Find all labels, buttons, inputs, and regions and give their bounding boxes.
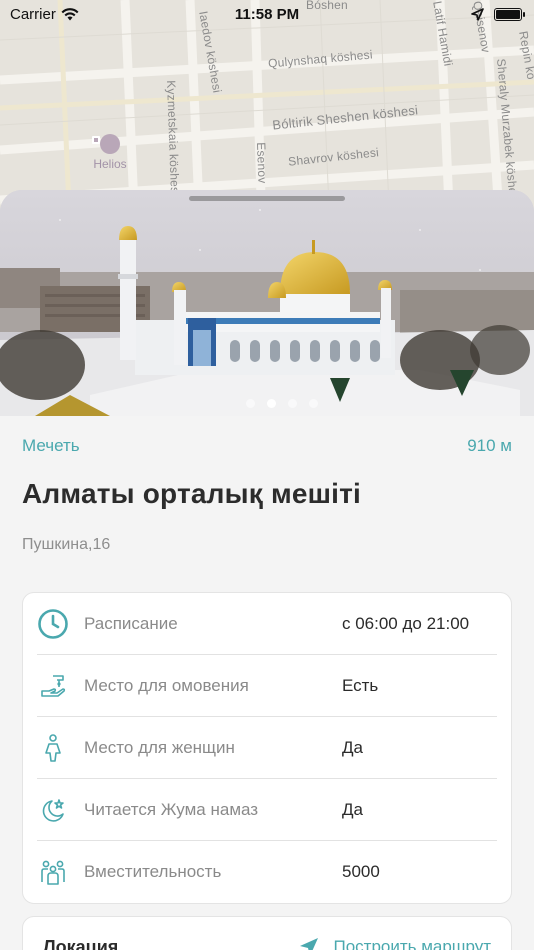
page-dot[interactable] bbox=[288, 399, 297, 408]
detail-label: Место для омовения bbox=[84, 675, 249, 695]
carrier-label: Carrier bbox=[10, 5, 56, 23]
street-label: Esenov bbox=[254, 142, 270, 184]
detail-row-juma: Читается Жума намаз Да bbox=[37, 779, 497, 841]
build-route-button[interactable]: Построить маршрут bbox=[299, 937, 491, 950]
detail-row-capacity: Вместительность 5000 bbox=[37, 841, 497, 903]
sheet-grabber[interactable] bbox=[189, 196, 345, 201]
clock-icon bbox=[37, 608, 69, 640]
page-dot-active[interactable] bbox=[267, 399, 276, 408]
place-details-sheet[interactable]: Мечеть 910 м Алматы орталық мешіті Пушки… bbox=[0, 190, 534, 950]
place-address: Пушкина,16 bbox=[22, 536, 111, 553]
detail-label: Расписание bbox=[84, 613, 178, 633]
page-dot[interactable] bbox=[309, 399, 318, 408]
detail-row-women: Место для женщин Да bbox=[37, 717, 497, 779]
status-bar: Carrier 11:58 PM bbox=[0, 0, 534, 28]
gallery-page-indicator[interactable] bbox=[0, 399, 534, 408]
mosque-photo bbox=[0, 190, 534, 416]
people-icon bbox=[37, 856, 69, 888]
detail-value: 5000 bbox=[342, 862, 380, 881]
poi-label: Helios bbox=[93, 157, 127, 171]
detail-value: Да bbox=[342, 737, 363, 757]
page-dot[interactable] bbox=[246, 399, 255, 408]
detail-label: Читается Жума намаз bbox=[84, 799, 259, 819]
location-arrow-icon bbox=[471, 7, 484, 21]
detail-label: Место для женщин bbox=[84, 737, 235, 757]
place-category: Мечеть bbox=[22, 436, 80, 455]
detail-value: Да bbox=[342, 799, 363, 819]
poi-icon bbox=[92, 134, 120, 154]
detail-row-ablution: Место для омовения Есть bbox=[37, 655, 497, 717]
detail-row-schedule: Расписание с 06:00 до 21:00 bbox=[37, 593, 497, 655]
woman-icon bbox=[37, 732, 69, 764]
detail-value: с 06:00 до 21:00 bbox=[342, 613, 470, 633]
crescent-star-icon bbox=[37, 794, 69, 826]
photo-gallery[interactable] bbox=[0, 190, 534, 416]
details-card: Расписание с 06:00 до 21:00 Место для ом… bbox=[22, 592, 512, 904]
location-title: Локация bbox=[43, 937, 119, 950]
navigation-arrow-icon bbox=[300, 938, 319, 950]
place-info: Мечеть 910 м Алматы орталық мешіті Пушки… bbox=[0, 436, 534, 950]
detail-label: Вместительность bbox=[84, 862, 222, 881]
map-poi[interactable]: Helios bbox=[90, 134, 130, 171]
place-distance: 910 м bbox=[467, 436, 512, 455]
location-card: Локация Построить маршрут bbox=[22, 916, 512, 950]
wifi-icon bbox=[61, 7, 79, 20]
clock-time: 11:58 PM bbox=[234, 5, 300, 23]
build-route-label: Построить маршрут bbox=[333, 937, 491, 950]
ablution-icon bbox=[37, 670, 69, 702]
detail-value: Есть bbox=[342, 675, 379, 695]
place-name: Алматы орталық мешіті bbox=[22, 478, 362, 509]
battery-icon bbox=[494, 7, 525, 21]
